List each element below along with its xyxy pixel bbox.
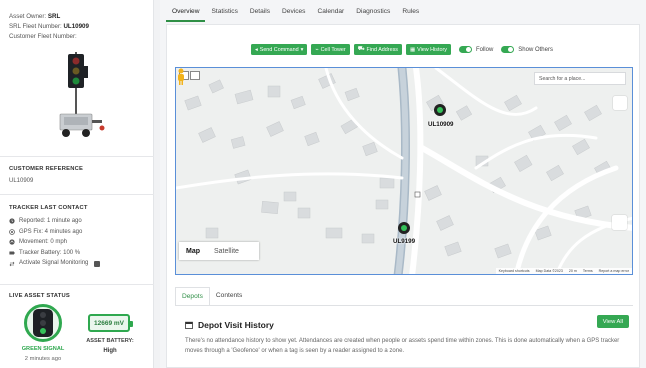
map-scale: 20 m [568, 269, 577, 273]
owner-value: SRL [47, 13, 61, 20]
locate-icon[interactable] [612, 215, 627, 230]
map-toolbar: ◂ Send Command ▾ ⌁ Cell Tower ⛟ Find Add… [251, 44, 553, 55]
send-command-label: Send Command [259, 46, 299, 53]
follow-toggle[interactable] [458, 46, 472, 53]
red-lamp [40, 312, 46, 318]
tab-calendar[interactable]: Calendar [311, 0, 350, 22]
depot-visit-title-text: Depot Visit History [198, 320, 274, 330]
divider [0, 284, 154, 285]
report-error-link[interactable]: Report a map error [599, 269, 629, 273]
tracker-reported-row: Reported: 1 minute ago [9, 216, 100, 227]
tracker-gps-row: GPS Fix: 4 minutes ago [9, 227, 100, 238]
green-lamp [40, 328, 46, 334]
tab-statistics[interactable]: Statistics [205, 0, 243, 22]
depot-visit-title: Depot Visit History [185, 320, 274, 330]
main-panel: Overview Statistics Details Devices Cale… [160, 0, 646, 368]
movement-icon [9, 239, 15, 246]
find-address-label: Find Address [366, 46, 398, 53]
asset-pin-ul10909[interactable] [434, 104, 446, 116]
gps-icon [9, 229, 15, 235]
signal-time: 2 minutes ago [24, 356, 62, 362]
car-icon: ⛟ [357, 46, 365, 52]
asset-battery-indicator: 12669 mV [88, 314, 133, 332]
tracker-movement-row: Movement: 0 mph [9, 237, 100, 248]
send-command-button[interactable]: ◂ Send Command ▾ [251, 44, 308, 55]
asset-battery-label: ASSET BATTERY: [86, 338, 134, 344]
follow-label: Follow [475, 46, 494, 53]
swap-icon [9, 261, 15, 266]
tracker-title: TRACKER LAST CONTACT [9, 205, 88, 211]
battery-icon [9, 251, 15, 255]
pin-label-ul10909: UL10909 [428, 121, 454, 128]
tab-details[interactable]: Details [244, 0, 276, 22]
bottom-tab-bar: Depots Contents [175, 287, 248, 306]
keyboard-shortcuts-link[interactable]: Keyboard shortcuts [499, 269, 530, 273]
overview-card: ◂ Send Command ▾ ⌁ Cell Tower ⛟ Find Add… [166, 24, 640, 368]
fullscreen-icon[interactable] [613, 96, 627, 110]
divider [175, 305, 633, 306]
calendar-icon [185, 321, 193, 329]
customer-fleet-label: Customer Fleet Number: [9, 33, 77, 40]
asset-battery-level: High [103, 348, 117, 354]
signal-label: GREEN SIGNAL [21, 346, 65, 352]
activate-signal-monitoring[interactable]: Activate Signal Monitoring [19, 258, 88, 269]
map-attribution: Keyboard shortcuts Map Data ©2023 20 m T… [495, 268, 632, 274]
clock-icon [9, 218, 15, 224]
find-address-button[interactable]: ⛟ Find Address [353, 44, 402, 55]
tab-devices[interactable]: Devices [276, 0, 311, 22]
pegman-icon[interactable] [176, 68, 186, 85]
fleet-value: UL10909 [63, 23, 89, 30]
tab-contents[interactable]: Contents [210, 287, 248, 305]
customer-reference-value: UL10909 [9, 178, 34, 184]
tab-overview[interactable]: Overview [166, 0, 206, 22]
asset-sidebar: Asset Owner: SRL SRL Fleet Number: UL109… [0, 0, 154, 368]
owner-label: Asset Owner: [9, 13, 47, 20]
pin-label-ul9199: UL9199 [393, 238, 416, 245]
terms-link[interactable]: Terms [583, 269, 593, 273]
tab-diagnostics[interactable]: Diagnostics [350, 0, 396, 22]
signal-status-icon [24, 304, 62, 342]
monitoring-checkbox[interactable] [94, 260, 101, 267]
chevron-down-icon: ▾ [300, 46, 304, 53]
show-others-toggle[interactable] [501, 46, 515, 53]
window-icon[interactable] [190, 71, 200, 80]
app-root: Asset Owner: SRL SRL Fleet Number: UL109… [0, 0, 646, 368]
tracker-battery-row: Tracker Battery: 100 % [9, 248, 100, 259]
map-type-map-button[interactable]: Map [179, 248, 207, 255]
view-history-label: View History [417, 46, 447, 53]
view-all-button[interactable]: View All [596, 315, 629, 328]
tracker-battery: Tracker Battery: 100 % [19, 249, 81, 256]
asset-map[interactable]: UL10909 UL9199 Search for a place... Map… [175, 67, 633, 275]
map-type-control: Map Satellite [179, 242, 259, 260]
cell-tower-label: Cell Tower [320, 46, 346, 53]
cell-tower-button[interactable]: ⌁ Cell Tower [311, 44, 350, 55]
depot-visit-description: There's no attendance history to show ye… [185, 338, 620, 354]
asset-meta: Asset Owner: SRL SRL Fleet Number: UL109… [9, 12, 89, 42]
map-data-credit: Map Data ©2023 [535, 269, 563, 273]
signal-monitoring-row[interactable]: Activate Signal Monitoring [9, 258, 101, 269]
tab-bar: Overview Statistics Details Devices Cale… [166, 0, 425, 22]
map-type-satellite-button[interactable]: Satellite [207, 248, 246, 255]
tab-depots[interactable]: Depots [175, 287, 210, 306]
tab-rules[interactable]: Rules [396, 0, 425, 22]
show-others-label: Show Others [518, 46, 553, 53]
traffic-light-icon [33, 309, 53, 337]
asset-pin-ul9199[interactable] [398, 222, 410, 234]
tracker-contact-list: Reported: 1 minute ago GPS Fix: 4 minute… [9, 216, 101, 269]
divider [0, 194, 154, 195]
tracker-movement: Movement: 0 mph [19, 239, 68, 246]
amber-lamp [40, 320, 46, 326]
live-status-title: LIVE ASSET STATUS [9, 293, 70, 299]
traffic-signal-unit-image [59, 52, 105, 137]
fleet-label: SRL Fleet Number: [9, 23, 62, 30]
cell-tower-icon: ⌁ [315, 46, 319, 53]
divider [0, 156, 154, 157]
send-icon: ◂ [255, 46, 258, 53]
history-icon: ▦ [409, 46, 416, 53]
tracker-gps: GPS Fix: 4 minutes ago [19, 228, 83, 235]
view-history-button[interactable]: ▦ View History [405, 44, 451, 55]
tracker-reported: Reported: 1 minute ago [19, 218, 82, 224]
customer-reference-title: CUSTOMER REFERENCE [9, 166, 84, 172]
map-search-input[interactable]: Search for a place... [534, 72, 626, 85]
